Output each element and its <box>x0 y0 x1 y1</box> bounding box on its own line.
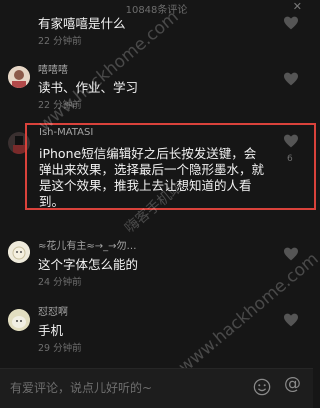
avatar[interactable] <box>8 66 30 88</box>
emoji-icon[interactable] <box>253 378 271 396</box>
comment-time: 22 分钟前 <box>38 36 82 47</box>
comment-text: 有家嘻嘻是什么 <box>38 16 126 31</box>
comment-username[interactable]: 怼怼啊 <box>38 303 68 318</box>
comment-text: 这个字体怎么能的 <box>38 257 139 272</box>
comment-text-line: 是这个效果，推我上去让想知道的人看 <box>39 178 252 193</box>
comment-username[interactable]: ≈花儿有主≈→_→勿… <box>38 237 137 252</box>
heart-icon[interactable] <box>283 72 299 86</box>
comment-username[interactable]: 嘻嘻嘻 <box>38 61 68 76</box>
comment-input[interactable]: 有爱评论，说点儿好听的~ <box>10 379 152 396</box>
comment-text-line: 到。 <box>39 194 65 209</box>
heart-icon[interactable] <box>283 313 299 327</box>
comment-time: 24 分钟前 <box>38 277 82 288</box>
at-icon[interactable]: @ <box>284 374 301 394</box>
heart-icon[interactable] <box>283 16 299 30</box>
avatar[interactable] <box>8 309 30 331</box>
comment-time: 29 分钟前 <box>38 343 82 354</box>
comment-text: 手机 <box>38 323 64 338</box>
comment-input-bar: 有爱评论，说点儿好听的~ @ <box>0 368 313 408</box>
avatar[interactable] <box>8 241 30 263</box>
